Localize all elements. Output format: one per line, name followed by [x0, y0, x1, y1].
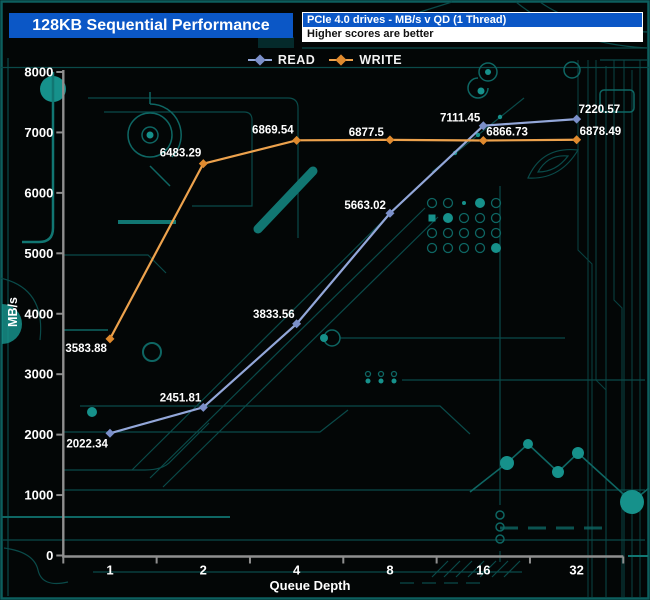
read-marker-icon [105, 428, 115, 438]
write-marker-icon [198, 159, 208, 169]
x-tick-label: 1 [106, 563, 113, 578]
y-tick-label: 3000 [24, 367, 53, 382]
x-tick-label: 32 [569, 563, 583, 578]
data-label: 6877.5 [349, 127, 385, 139]
data-label: 7220.57 [579, 104, 621, 116]
data-label: 6483.29 [160, 148, 202, 160]
legend-label-write: WRITE [359, 53, 403, 67]
data-label: 2451.81 [160, 392, 202, 404]
data-label: 2022.34 [66, 438, 108, 450]
data-label: 7111.45 [440, 113, 481, 125]
read-series: 2022.34 2451.81 3833.56 5663.02 7111.45 7220.… [66, 104, 620, 450]
x-tick-label: 2 [200, 563, 207, 578]
read-line [109, 118, 577, 435]
subtitle-line-2: Higher scores are better [303, 27, 642, 41]
subtitle-box: PCIe 4.0 drives - MB/s v QD (1 Thread) H… [302, 12, 643, 42]
subtitle-line-1: PCIe 4.0 drives - MB/s v QD (1 Thread) [303, 13, 642, 27]
y-tick-label: 1000 [24, 488, 53, 503]
data-label: 6878.49 [580, 126, 622, 138]
legend-item-write: WRITE [329, 53, 402, 67]
data-label: 5663.02 [344, 200, 386, 212]
data-label: 3583.88 [65, 343, 107, 355]
write-marker-icon [385, 135, 395, 145]
write-series: 3583.88 6483.29 6869.54 6877.5 6866.73 6878.4… [65, 124, 621, 355]
write-line [108, 138, 577, 340]
write-marker-icon [292, 135, 302, 145]
axes: 0100020003000400050006000700080001 2 4 8 16 3… [6, 65, 625, 593]
y-tick-label: 4000 [24, 306, 53, 321]
y-tick-label: 6000 [24, 185, 53, 200]
y-tick-label: 7000 [24, 125, 53, 140]
y-tick-label: 5000 [24, 246, 53, 261]
y-tick-label: 0 [46, 548, 53, 563]
y-tick-label: 2000 [24, 427, 53, 442]
legend-label-read: READ [277, 53, 316, 67]
data-label: 3833.56 [253, 309, 295, 321]
data-label: 6869.54 [252, 124, 294, 136]
legend-item-read: READ [247, 53, 316, 67]
x-tick-label: 4 [293, 563, 301, 578]
performance-line-chart: 0100020003000400050006000700080001 2 4 8 16 3… [6, 65, 625, 593]
title-bar: 128KB Sequential Performance [9, 13, 293, 38]
y-axis-title: MB/s [6, 297, 20, 327]
chart-window: 128KB Sequential Performance PCIe 4.0 dr… [0, 0, 650, 600]
read-series-marker-icon [247, 54, 272, 66]
x-tick-label: 16 [476, 563, 490, 578]
chart-legend: READ WRITE [0, 53, 650, 67]
chart-title: 128KB Sequential Performance [32, 16, 270, 34]
write-series-marker-icon [329, 54, 354, 66]
x-axis-title: Queue Depth [270, 578, 351, 593]
data-label: 6866.73 [486, 126, 528, 138]
x-tick-label: 8 [386, 563, 393, 578]
